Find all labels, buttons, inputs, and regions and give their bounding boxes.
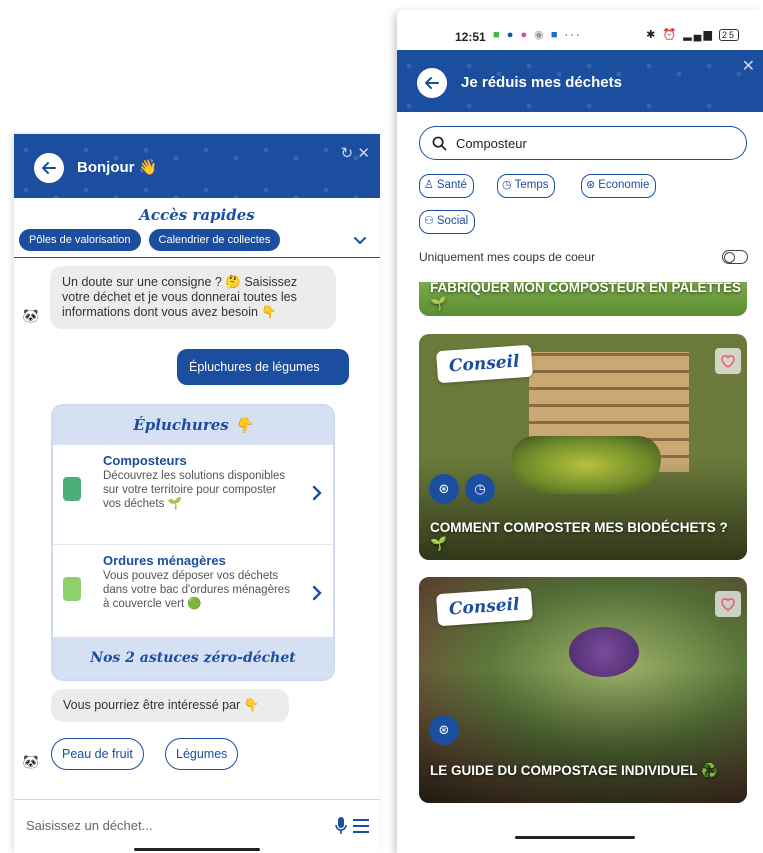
article-title: LE GUIDE DU COMPOSTAGE INDIVIDUEL ♻️ <box>430 763 718 778</box>
quick-button-poles[interactable]: Pôles de valorisation <box>19 229 141 251</box>
filter-chip-temps[interactable]: ◷ Temps <box>497 174 556 198</box>
more-notifications-icon: ··· <box>564 29 582 41</box>
clock-icon: ◷ <box>502 179 512 191</box>
filter-chip-sante[interactable]: ♙ Santé <box>419 174 474 198</box>
header-actions[interactable]: ↻ ✕ <box>341 144 370 162</box>
arrow-left-icon <box>425 77 439 89</box>
alarm-icon: ⏰ <box>662 29 679 41</box>
conseil-badge: Conseil <box>435 344 533 384</box>
bluetooth-icon: ✱ <box>646 29 658 41</box>
tips-header: Je réduis mes déchets ✕ <box>397 50 763 112</box>
quick-access-title: Accès rapides <box>139 206 255 224</box>
chatbot-screen: Bonjour 👋 ↻ ✕ Accès rapides Pôles de val… <box>14 134 380 853</box>
filter-chip-economie[interactable]: ⊛ Economie <box>581 174 657 198</box>
article-card[interactable]: Conseil ⊛ ◷ COMMENT COMPOSTER MES BIODÉC… <box>419 334 747 560</box>
messenger-notification-icon: ● <box>520 29 530 41</box>
conseil-badge: Conseil <box>435 587 533 627</box>
result-item-ordures[interactable]: Ordures ménagères Vous pouvez déposer vo… <box>53 545 333 645</box>
article-card[interactable]: Conseil ⊛ LE GUIDE DU COMPOSTAGE INDIVID… <box>419 577 747 803</box>
divider <box>14 257 380 258</box>
chat-input-bar: Saisissez un déchet... <box>14 799 380 853</box>
notification-icons: ■ ● ● ◉ ■ ··· <box>493 28 582 41</box>
quick-button-calendar[interactable]: Calendrier de collectes <box>148 229 281 251</box>
trash-bin-icon <box>63 577 81 601</box>
search-input[interactable] <box>456 133 726 153</box>
header-pattern <box>14 134 380 198</box>
health-icon: ♙ <box>424 179 434 191</box>
chat-input[interactable]: Saisissez un déchet... <box>26 818 152 833</box>
result-card-title: Épluchures 👇 <box>53 406 333 445</box>
microphone-icon[interactable] <box>334 816 348 836</box>
chat-title: Bonjour 👋 <box>77 159 158 176</box>
message-notification-icon: ● <box>506 29 516 41</box>
chevron-down-icon[interactable] <box>353 233 367 247</box>
economy-icon: ⊛ <box>429 715 459 745</box>
status-bar: 12:51 ■ ● ● ◉ ■ ··· ✱ ⏰ ▂▄▆ 25 <box>397 10 763 50</box>
suggestion-chip-fruit[interactable]: Peau de fruit <box>51 738 144 770</box>
close-icon[interactable]: ✕ <box>742 56 755 76</box>
back-button[interactable] <box>34 153 64 183</box>
app-notification-icon: ■ <box>493 29 502 41</box>
filter-chip-social[interactable]: ⚇ Social <box>419 210 476 234</box>
compost-bin-icon <box>63 477 81 501</box>
favorites-toggle[interactable] <box>722 250 748 264</box>
result-card: Épluchures 👇 Composteurs Découvrez les s… <box>51 404 335 681</box>
result-item-composteurs[interactable]: Composteurs Découvrez les solutions disp… <box>53 445 333 545</box>
search-box[interactable] <box>419 126 747 160</box>
result-card-footer[interactable]: Nos 2 astuces zéro-déchet <box>53 637 333 679</box>
bot-message: Un doute sur une consigne ? 🤔 Saisissez … <box>50 266 336 329</box>
bot-avatar-icon: 🐼 <box>22 754 40 769</box>
refresh-icon[interactable]: ↻ <box>341 145 354 162</box>
chat-header: Bonjour 👋 ↻ ✕ <box>14 134 380 198</box>
favorite-heart-icon[interactable] <box>715 348 741 374</box>
clock-icon: ◷ <box>465 474 495 504</box>
battery-icon: 25 <box>718 29 739 41</box>
result-item-title: Composteurs <box>103 453 187 468</box>
cabbage-image <box>569 627 639 677</box>
money-icon: ⊛ <box>586 179 596 191</box>
wheelbarrow-image <box>511 436 661 494</box>
bot-message: Vous pourriez être intéressé par 👇 <box>51 689 289 722</box>
favorite-heart-icon[interactable] <box>715 591 741 617</box>
arrow-left-icon <box>42 162 56 174</box>
menu-icon[interactable] <box>352 818 370 834</box>
result-item-description: Vous pouvez déposer vos déchets dans vot… <box>103 570 290 610</box>
home-indicator <box>134 848 260 851</box>
search-icon <box>432 136 447 151</box>
result-item-description: Découvrez les solutions disponibles sur … <box>103 470 286 510</box>
result-item-title: Ordures ménagères <box>103 553 226 568</box>
linkedin-notification-icon: ■ <box>550 29 560 41</box>
settings-notification-icon: ◉ <box>534 29 546 41</box>
suggestion-chip-legumes[interactable]: Légumes <box>165 738 239 770</box>
user-message: Épluchures de légumes <box>177 349 349 385</box>
people-icon: ⚇ <box>424 215 434 227</box>
back-button[interactable] <box>417 68 447 98</box>
chevron-right-icon[interactable] <box>311 485 323 501</box>
article-card[interactable]: FABRIQUER MON COMPOSTEUR EN PALETTES 🌱 <box>419 282 747 316</box>
system-icons: ✱ ⏰ ▂▄▆ 25 <box>646 28 739 41</box>
tips-title: Je réduis mes déchets <box>461 74 622 91</box>
close-icon[interactable]: ✕ <box>357 145 370 162</box>
chevron-right-icon[interactable] <box>311 585 323 601</box>
economy-icon: ⊛ <box>429 474 459 504</box>
quick-access-row: Pôles de valorisation Calendrier de coll… <box>14 224 380 251</box>
tips-screen: 12:51 ■ ● ● ◉ ■ ··· ✱ ⏰ ▂▄▆ 25 Je réduis… <box>397 10 763 853</box>
article-title: FABRIQUER MON COMPOSTEUR EN PALETTES 🌱 <box>430 282 742 311</box>
article-title: COMMENT COMPOSTER MES BIODÉCHETS ? 🌱 <box>430 520 728 551</box>
signal-icon: ▂▄▆ <box>683 29 714 41</box>
home-indicator <box>515 836 635 839</box>
favorites-label: Uniquement mes coups de coeur <box>419 250 596 264</box>
bot-avatar-icon: 🐼 <box>22 308 40 323</box>
status-time: 12:51 <box>455 30 486 44</box>
